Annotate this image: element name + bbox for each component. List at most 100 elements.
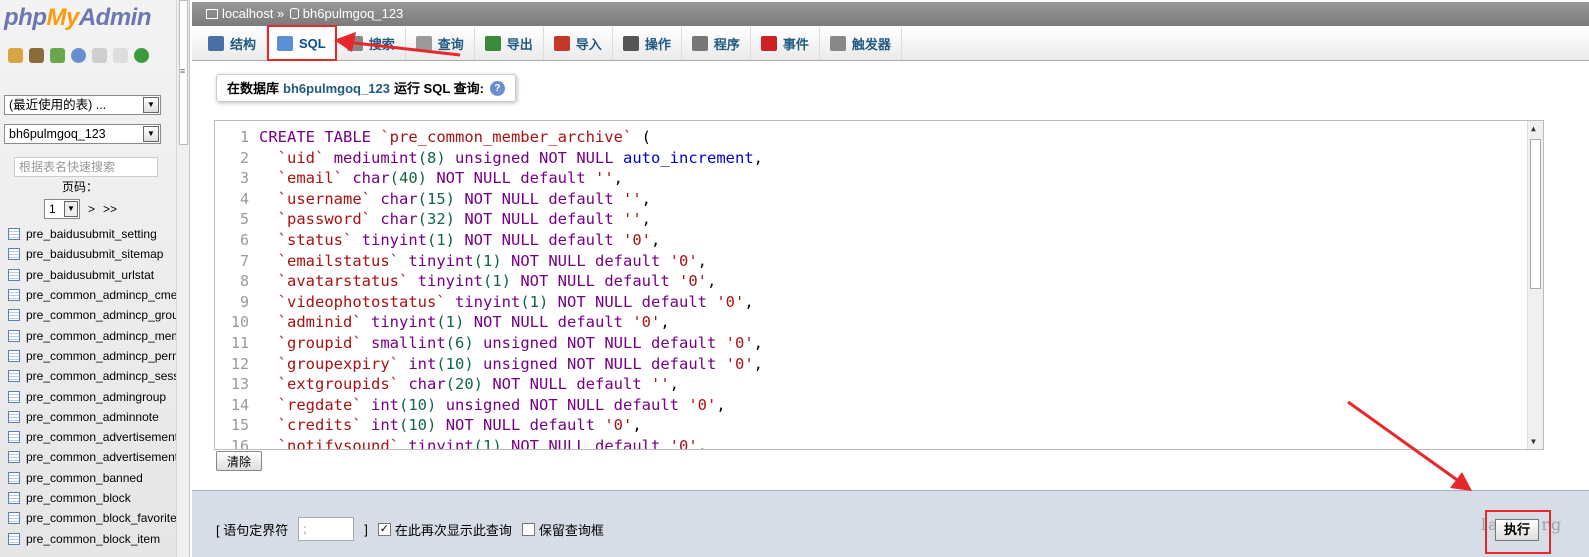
table-list-item[interactable]: pre_common_admincp_group bbox=[8, 305, 176, 325]
sql-line: 2 `uid` mediumint(8) unsigned NOT NULL a… bbox=[215, 148, 1525, 169]
tab-trigger[interactable]: 触发器 bbox=[820, 27, 902, 60]
sql-token: (10) bbox=[436, 354, 474, 373]
table-list-item[interactable]: pre_common_admingroup bbox=[8, 386, 176, 406]
sql-token: unsigned NOT NULL default bbox=[445, 395, 689, 414]
sql-query-area: 在数据库 bh6pulmgoq_123 运行 SQL 查询: ? 1 CREATE… bbox=[192, 62, 1589, 557]
scroll-up-icon[interactable]: ▲ bbox=[1531, 124, 1536, 133]
breadcrumb-server[interactable]: localhost bbox=[222, 6, 273, 21]
go-button[interactable]: 执行 bbox=[1485, 510, 1551, 554]
line-number: 12 bbox=[230, 354, 249, 373]
sql-token: , bbox=[716, 395, 726, 414]
table-list-item[interactable]: pre_baidusubmit_sitemap bbox=[8, 244, 176, 264]
go-button-label: 执行 bbox=[1495, 519, 1539, 541]
scrollbar-thumb[interactable] bbox=[1530, 139, 1541, 289]
sql-token: (40) bbox=[389, 169, 427, 188]
reload-icon[interactable] bbox=[134, 48, 149, 63]
table-list-item[interactable]: pre_common_admincp_session bbox=[8, 366, 176, 386]
tab-sql[interactable]: SQL bbox=[267, 25, 337, 61]
table-list-item[interactable]: pre_baidusubmit_setting bbox=[8, 224, 176, 244]
sql-token: '0' bbox=[669, 251, 698, 270]
database-select[interactable]: bh6pulmgoq_123 ▼ bbox=[4, 124, 161, 144]
query-options: [ 语句定界符 ; ] ✓ 在此再次显示此查询 保留查询框 bbox=[216, 517, 604, 541]
sql-line: 16 `notifysound` tinyint(1) NOT NULL def… bbox=[215, 436, 1525, 449]
tab-search[interactable]: 搜索 bbox=[337, 27, 406, 60]
line-number: 14 bbox=[230, 395, 249, 414]
query-window-icon[interactable] bbox=[50, 48, 65, 63]
scroll-down-icon[interactable]: ▼ bbox=[1531, 437, 1536, 446]
table-list-item[interactable]: pre_common_advertisement_custom bbox=[8, 447, 176, 467]
last-page-link[interactable]: >> bbox=[103, 202, 117, 216]
table-icon bbox=[8, 410, 20, 423]
retain-query-box-checkbox[interactable] bbox=[521, 522, 535, 536]
query-icon bbox=[415, 36, 432, 51]
sql-token: char bbox=[380, 189, 418, 208]
tab-clock[interactable]: 事件 bbox=[751, 27, 820, 60]
sql-token: '0' bbox=[622, 231, 651, 249]
next-page-link[interactable]: > bbox=[88, 202, 95, 216]
sql-token: char bbox=[352, 169, 390, 188]
table-filter-input[interactable]: 根据表名快速搜索 bbox=[14, 157, 158, 177]
nav-scrollbar[interactable]: ≡ bbox=[176, 0, 190, 557]
sql-token: `username` bbox=[277, 189, 371, 208]
sql-editor[interactable]: 1 CREATE TABLE `pre_common_member_archive… bbox=[214, 120, 1544, 450]
legend-database-link[interactable]: bh6pulmgoq_123 bbox=[283, 75, 390, 102]
sql-token: `regdate` bbox=[277, 395, 362, 414]
sql-token: '' bbox=[594, 169, 614, 188]
table-list-item[interactable]: pre_baidusubmit_urlstat bbox=[8, 265, 176, 285]
line-number: 15 bbox=[230, 416, 249, 435]
copy-icon[interactable] bbox=[113, 48, 128, 63]
sql-token: (10) bbox=[399, 416, 437, 435]
logout-icon[interactable] bbox=[29, 48, 44, 63]
sql-line: 10 `adminid` tinyint(1) NOT NULL default… bbox=[215, 312, 1525, 333]
retain-query-box-label[interactable]: 保留查询框 bbox=[539, 520, 604, 539]
chevron-down-icon: ▼ bbox=[64, 201, 78, 217]
table-list-item[interactable]: pre_common_advertisement bbox=[8, 427, 176, 447]
sql-token: '' bbox=[650, 375, 670, 394]
help-icon[interactable]: ? bbox=[489, 80, 505, 96]
sql-token: , bbox=[641, 189, 651, 208]
table-icon bbox=[8, 268, 20, 281]
tab-query[interactable]: 查询 bbox=[406, 27, 475, 60]
table-list-item[interactable]: pre_common_banned bbox=[8, 468, 176, 488]
line-number: 5 bbox=[239, 210, 249, 229]
sql-token: `adminid` bbox=[277, 313, 362, 332]
sql-token: tinyint bbox=[455, 292, 521, 311]
help-icon[interactable] bbox=[71, 48, 86, 63]
table-list-item[interactable]: pre_common_block bbox=[8, 488, 176, 508]
tab-export[interactable]: 导出 bbox=[475, 27, 544, 60]
show-query-again-label[interactable]: 在此再次显示此查询 bbox=[395, 520, 512, 539]
show-query-again-checkbox[interactable]: ✓ bbox=[377, 522, 391, 536]
sql-token: '0' bbox=[632, 313, 661, 332]
import-icon bbox=[553, 36, 570, 51]
tab-routines[interactable]: 程序 bbox=[682, 27, 751, 60]
docs-icon[interactable] bbox=[92, 48, 107, 63]
tab-wrench[interactable]: 操作 bbox=[613, 27, 682, 60]
recent-tables-select[interactable]: (最近使用的表) ... ▼ bbox=[4, 95, 161, 115]
table-list-item[interactable]: pre_common_admincp_perm bbox=[8, 346, 176, 366]
table-list-item[interactable]: pre_common_admincp_member bbox=[8, 325, 176, 345]
home-icon[interactable] bbox=[8, 48, 23, 63]
delimiter-input[interactable]: ; bbox=[298, 517, 355, 541]
tab-import[interactable]: 导入 bbox=[544, 27, 613, 60]
table-list-item[interactable]: pre_common_block_item bbox=[8, 528, 176, 548]
sql-line: 7 `emailstatus` tinyint(1) NOT NULL defa… bbox=[215, 251, 1525, 272]
table-list-item[interactable]: pre_common_admincp_cmenu bbox=[8, 285, 176, 305]
sql-token: tinyint bbox=[408, 251, 474, 270]
tab-structure[interactable]: 结构 bbox=[198, 27, 268, 60]
editor-scrollbar[interactable]: ▲ ▼ bbox=[1527, 121, 1543, 449]
phpmyadmin-logo[interactable]: phpMyAdmin bbox=[4, 4, 152, 32]
table-list-item[interactable]: pre_common_block_favorite bbox=[8, 508, 176, 528]
sql-token: ( bbox=[632, 128, 651, 146]
page-select[interactable]: 1 ▼ bbox=[44, 199, 80, 219]
clear-button[interactable]: 清除 bbox=[216, 451, 262, 471]
breadcrumb-database[interactable]: bh6pulmgoq_123 bbox=[303, 6, 403, 21]
table-list-item[interactable]: pre_common_adminnote bbox=[8, 407, 176, 427]
